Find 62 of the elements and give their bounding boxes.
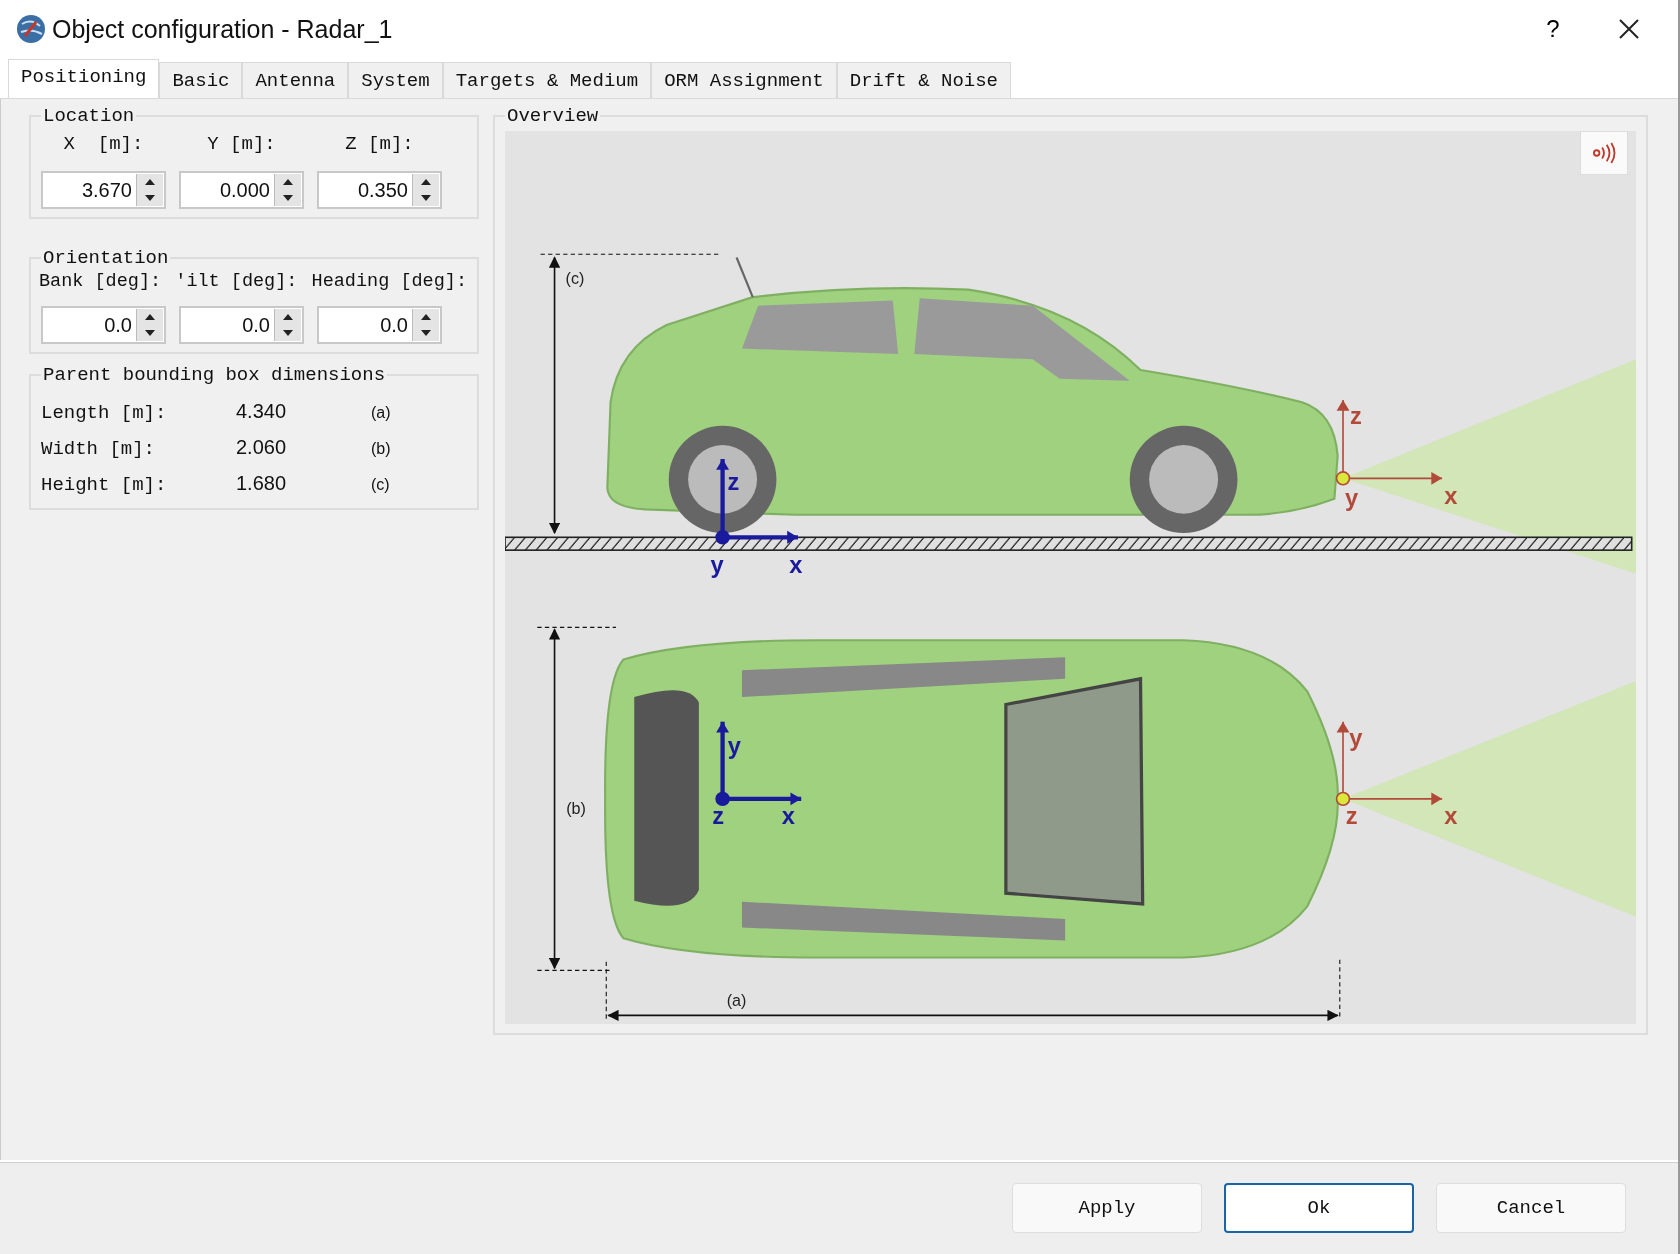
group-title: Parent bounding box dimensions <box>42 364 387 386</box>
dimension-value: 2.060 <box>236 436 288 459</box>
tab[interactable]: Basic <box>159 62 243 98</box>
window-title: Object configuration - Radar_1 <box>52 14 393 44</box>
spin-arrows-icon <box>274 174 301 206</box>
tab[interactable]: Targets & Medium <box>442 62 652 98</box>
field-label: X [m]: <box>62 133 145 155</box>
axis-label: y <box>1345 485 1359 512</box>
spin-box[interactable]: 0.0 <box>179 306 304 344</box>
spin-arrows-icon <box>412 309 439 341</box>
axis-label: y <box>727 732 741 759</box>
group-title: Orientation <box>42 247 170 269</box>
spin-box[interactable]: 0.350 <box>317 171 442 209</box>
help-button[interactable]: ? <box>1518 4 1588 54</box>
radar-waves-icon <box>1590 142 1618 164</box>
dimension-letter: (b) <box>566 798 586 817</box>
dimension-tag: (c) <box>371 476 390 494</box>
tab[interactable]: Positioning <box>8 59 160 98</box>
axis-label: x <box>789 551 803 578</box>
spin-arrows-icon <box>136 309 163 341</box>
dimension-value: 4.340 <box>236 400 288 423</box>
dimension-label: Height [m]: <box>41 474 168 496</box>
axis-label: z <box>727 469 740 496</box>
dimension-tag: (a) <box>371 404 391 422</box>
axis-label: y <box>1349 725 1363 752</box>
tab[interactable]: Drift & Noise <box>836 62 1011 98</box>
radar-button[interactable] <box>1580 131 1628 175</box>
axis-label: x <box>1444 483 1458 510</box>
dimension-letter: (a) <box>726 990 747 1009</box>
field-label: 'ilt [deg]: <box>175 271 298 292</box>
axis-label: y <box>710 551 724 578</box>
spin-box[interactable]: 3.670 <box>41 171 166 209</box>
dimension-tag: (b) <box>371 440 391 458</box>
axis-label: z <box>1345 802 1358 829</box>
group-title: Location <box>42 105 136 127</box>
spin-arrows-icon <box>274 309 301 341</box>
axis-label: z <box>1350 402 1362 429</box>
dialog-button[interactable]: Cancel <box>1436 1183 1626 1233</box>
axis-label: x <box>1444 802 1458 829</box>
tab[interactable]: System <box>348 62 443 98</box>
field-label: Z [m]: <box>344 133 415 155</box>
dimension-label: Length [m]: <box>41 402 168 424</box>
spin-box[interactable]: 0.0 <box>317 306 442 344</box>
tab[interactable]: Antenna <box>242 62 349 98</box>
field-label: Heading [deg]: <box>311 271 467 292</box>
globe-icon <box>16 14 46 44</box>
spin-arrows-icon <box>412 174 439 206</box>
tab[interactable]: ORM Assignment <box>651 62 837 98</box>
field-label: Bank [deg]: <box>39 271 162 292</box>
field-label: Y [m]: <box>206 133 277 155</box>
dialog-button[interactable]: Apply <box>1012 1183 1202 1233</box>
dialog-button[interactable]: Ok <box>1224 1183 1414 1233</box>
close-icon <box>1619 19 1639 39</box>
axis-label: z <box>712 802 725 829</box>
dimension-label: Width [m]: <box>41 438 157 460</box>
spin-box[interactable]: 0.0 <box>41 306 166 344</box>
spin-arrows-icon <box>136 174 163 206</box>
spin-box[interactable]: 0.000 <box>179 171 304 209</box>
group-title: Overview <box>506 105 600 127</box>
dimension-letter: (c) <box>565 269 585 288</box>
axis-label: x <box>781 802 795 829</box>
dimension-value: 1.680 <box>236 472 288 495</box>
